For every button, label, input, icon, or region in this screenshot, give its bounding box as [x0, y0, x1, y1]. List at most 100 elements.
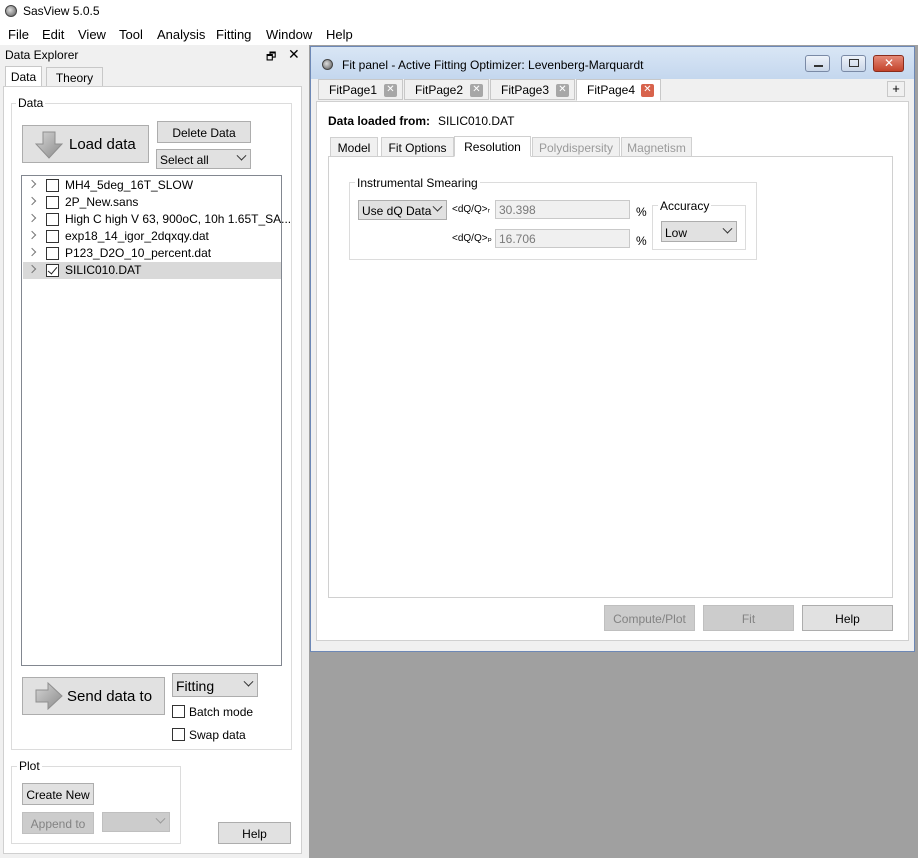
- help-button[interactable]: Help: [218, 822, 291, 844]
- chevron-right-icon[interactable]: [27, 264, 37, 274]
- close-tab-icon[interactable]: ✕: [384, 84, 397, 97]
- file-name: MH4_5deg_16T_SLOW: [65, 178, 194, 192]
- tab-fitpage1[interactable]: FitPage1 ✕: [318, 79, 403, 100]
- chevron-right-icon[interactable]: [27, 196, 37, 206]
- data-group-label: Data: [16, 96, 46, 110]
- fit-panel-title: Fit panel - Active Fitting Optimizer: Le…: [342, 58, 644, 72]
- plot-group-label: Plot: [17, 759, 42, 773]
- maximize-button[interactable]: [841, 55, 866, 72]
- create-new-button[interactable]: Create New: [22, 783, 94, 805]
- file-checkbox[interactable]: [46, 179, 59, 192]
- tab-fitpage2[interactable]: FitPage2 ✕: [404, 79, 489, 100]
- menu-window[interactable]: Window: [266, 27, 312, 42]
- minimize-icon: [814, 65, 823, 67]
- close-icon[interactable]: ✕: [288, 46, 300, 63]
- menu-fitting[interactable]: Fitting: [216, 27, 251, 42]
- tab-fit-options[interactable]: Fit Options: [381, 137, 454, 157]
- tab-polydispersity[interactable]: Polydispersity: [532, 137, 620, 157]
- chevron-down-icon: [722, 223, 733, 234]
- tab-model[interactable]: Model: [330, 137, 378, 157]
- menu-tool[interactable]: Tool: [119, 27, 143, 42]
- append-target-combo[interactable]: [102, 812, 170, 832]
- send-target-combo[interactable]: Fitting: [172, 673, 258, 697]
- app-titlebar: SasView 5.0.5: [0, 0, 918, 23]
- maximize-icon: [849, 59, 859, 67]
- list-item[interactable]: P123_D2O_10_percent.dat: [23, 245, 281, 262]
- delete-data-button[interactable]: Delete Data: [157, 121, 251, 143]
- tab-magnetism[interactable]: Magnetism: [621, 137, 692, 157]
- menubar: File Edit View Tool Analysis Fitting Win…: [0, 23, 918, 45]
- tab-label: FitPage1: [329, 83, 378, 97]
- chevron-right-icon[interactable]: [27, 247, 37, 257]
- compute-plot-button[interactable]: Compute/Plot: [604, 605, 695, 631]
- file-name: 2P_New.sans: [65, 195, 139, 209]
- data-loaded-filename: SILIC010.DAT: [438, 114, 515, 128]
- app-title: SasView 5.0.5: [23, 4, 100, 18]
- menu-help[interactable]: Help: [326, 27, 353, 42]
- menu-edit[interactable]: Edit: [42, 27, 64, 42]
- add-tab-button[interactable]: +: [887, 81, 905, 97]
- dq-perp-field[interactable]: 30.398: [495, 200, 630, 219]
- dq-par-field[interactable]: 16.706: [495, 229, 630, 248]
- menu-view[interactable]: View: [78, 27, 106, 42]
- file-checkbox[interactable]: [46, 264, 59, 277]
- chevron-right-icon[interactable]: [27, 179, 37, 189]
- fit-help-button[interactable]: Help: [802, 605, 893, 631]
- tab-fitpage4[interactable]: FitPage4 ✕: [576, 79, 661, 101]
- fit-panel-window: Fit panel - Active Fitting Optimizer: Le…: [310, 46, 915, 652]
- tab-resolution[interactable]: Resolution: [454, 136, 531, 157]
- list-item[interactable]: MH4_5deg_16T_SLOW: [23, 177, 281, 194]
- menu-analysis[interactable]: Analysis: [157, 27, 205, 42]
- file-name: SILIC010.DAT: [65, 263, 142, 277]
- close-tab-icon[interactable]: ✕: [556, 84, 569, 97]
- chevron-down-icon: [236, 150, 247, 161]
- list-item[interactable]: SILIC010.DAT: [23, 262, 281, 279]
- list-item[interactable]: exp18_14_igor_2dqxqy.dat: [23, 228, 281, 245]
- close-tab-icon[interactable]: ✕: [641, 84, 654, 97]
- tab-theory[interactable]: Theory: [46, 67, 103, 88]
- right-arrow-icon: [35, 682, 63, 710]
- load-data-label: Load data: [69, 136, 136, 153]
- send-data-label: Send data to: [67, 688, 153, 705]
- close-window-button[interactable]: ✕: [873, 55, 904, 72]
- list-item[interactable]: 2P_New.sans: [23, 194, 281, 211]
- file-name: P123_D2O_10_percent.dat: [65, 246, 212, 260]
- file-name: High C high V 63, 900oC, 10h 1.65T_SA...: [65, 212, 292, 226]
- smearing-combo-value: Use dQ Data: [362, 204, 432, 218]
- chevron-right-icon[interactable]: [27, 213, 37, 223]
- fit-button[interactable]: Fit: [703, 605, 794, 631]
- smearing-combo[interactable]: Use dQ Data: [358, 200, 447, 220]
- file-checkbox[interactable]: [46, 230, 59, 243]
- select-combo[interactable]: Select all: [156, 149, 251, 169]
- dq-par-unit: %: [636, 234, 647, 248]
- batch-mode-checkbox[interactable]: [172, 705, 185, 718]
- chevron-right-icon[interactable]: [27, 230, 37, 240]
- list-item[interactable]: High C high V 63, 900oC, 10h 1.65T_SA...: [23, 211, 291, 228]
- data-file-tree[interactable]: MH4_5deg_16T_SLOW 2P_New.sans High C hig…: [21, 175, 291, 666]
- file-checkbox[interactable]: [46, 213, 59, 226]
- file-checkbox[interactable]: [46, 247, 59, 260]
- tab-fitpage3[interactable]: FitPage3 ✕: [490, 79, 575, 100]
- instrumental-smearing-label: Instrumental Smearing: [355, 176, 480, 190]
- swap-data-checkbox[interactable]: [172, 728, 185, 741]
- menu-file[interactable]: File: [8, 27, 29, 42]
- select-combo-value: Select all: [160, 153, 209, 167]
- file-checkbox[interactable]: [46, 196, 59, 209]
- close-tab-icon[interactable]: ✕: [470, 84, 483, 97]
- float-icon[interactable]: 🗗: [266, 48, 276, 67]
- accuracy-combo-value: Low: [665, 226, 688, 240]
- append-to-button[interactable]: Append to: [22, 812, 94, 834]
- sasview-logo-icon: [5, 5, 17, 17]
- tab-data[interactable]: Data: [5, 66, 42, 88]
- minimize-button[interactable]: [805, 55, 830, 72]
- accuracy-combo[interactable]: Low: [661, 221, 737, 242]
- close-icon: ✕: [884, 56, 895, 70]
- swap-data-label: Swap data: [189, 728, 246, 742]
- send-data-button[interactable]: Send data to: [22, 677, 165, 715]
- dq-perp-label: <dQ/Q>ᵣ: [452, 204, 490, 215]
- tab-label: FitPage2: [415, 83, 464, 97]
- batch-mode-label: Batch mode: [189, 705, 254, 719]
- chevron-down-icon: [432, 201, 443, 212]
- load-data-button[interactable]: Load data: [22, 125, 149, 163]
- dq-perp-unit: %: [636, 205, 647, 219]
